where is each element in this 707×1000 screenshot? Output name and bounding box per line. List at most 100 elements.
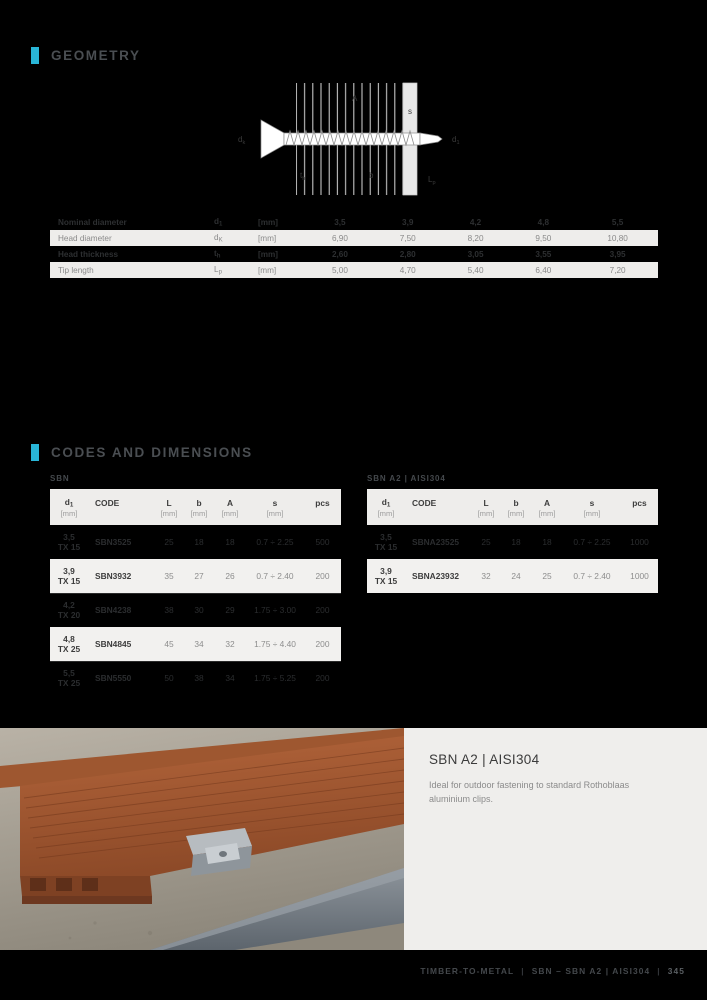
cell-pcs: 200: [304, 660, 341, 695]
page-footer: TIMBER-TO-METAL | SBN – SBN A2 | AISI304…: [0, 950, 707, 1000]
header-pcs: pcs: [621, 489, 658, 509]
header-d1: d1: [50, 489, 88, 509]
row-value: 2,60: [331, 249, 348, 259]
table-row: Head thickness th [mm] 2,60 2,80 3,05 3,55 3,95: [50, 246, 658, 262]
cell-a: 26: [225, 570, 235, 581]
table-row: 3,9 TX 15 SBNA23932 32 24 25 0.7 ÷ 2.40 1000: [367, 559, 658, 593]
screw-geometry-diagram: dk d1 A s th b Lp: [230, 78, 480, 200]
row-value: 7,50: [399, 233, 416, 243]
footer-divider: |: [657, 966, 661, 976]
header-unit: [mm]: [246, 509, 304, 525]
cell-b: 30: [184, 592, 214, 627]
row-value: 6,40: [535, 265, 552, 275]
cell-pcs: 200: [315, 570, 330, 581]
row-value: 10,80: [607, 233, 628, 243]
row-value: 2,80: [399, 249, 416, 259]
row-value: 9,50: [535, 233, 552, 243]
footer-divider: |: [521, 966, 525, 976]
row-value: 3,95: [609, 249, 626, 259]
cell-length: 38: [154, 592, 184, 627]
svg-text:b: b: [369, 171, 374, 180]
cell-code: SBN4238: [88, 592, 154, 627]
row-unit: [mm]: [258, 265, 277, 275]
cell-s: 0.7 ÷ 2.25: [256, 537, 294, 547]
row-value: 3,55: [535, 249, 552, 259]
row-label: Nominal diameter: [58, 217, 127, 227]
info-panel: SBN A2 | AISI304 Ideal for outdoor faste…: [404, 728, 707, 950]
row-value: 8,20: [467, 233, 484, 243]
info-panel-title: SBN A2 | AISI304: [429, 752, 540, 767]
cell-pcs: 1000: [630, 537, 649, 547]
table-row: 4,2 TX 20 SBN4238 38 30 29 1.75 ÷ 3.00 200: [50, 592, 341, 627]
row-value: 4,2: [469, 217, 482, 227]
svg-text:A: A: [352, 94, 358, 103]
table-row: 5,5 TX 25 SBN5550 50 38 34 1.75 ÷ 5.25 200: [50, 660, 341, 695]
sbna2-codes-table: d1 CODE Lb As pcs [mm] [mm] [mm] [mm] [mm] 3,5 TX 1…: [367, 489, 658, 593]
header-b: b: [184, 489, 214, 509]
product-application-photo: [0, 728, 404, 950]
cell-d1: 4,8 TX 25: [57, 633, 81, 654]
header-unit: [304, 509, 341, 525]
header-unit: [mm]: [501, 509, 531, 525]
header-l: L: [471, 489, 501, 509]
cell-a: 29: [214, 592, 246, 627]
header-code: CODE: [88, 489, 154, 509]
geometry-section-title: GEOMETRY: [51, 48, 141, 63]
row-label: Tip length: [58, 265, 94, 275]
cell-s: 1.75 ÷ 4.40: [254, 638, 296, 649]
header-b: b: [501, 489, 531, 509]
cell-a: 18: [542, 537, 552, 547]
cell-d1: 5,5 TX 25: [50, 660, 88, 695]
table-row: Nominal diameter d1 [mm] 3,5 3,9 4,2 4,8 5,5: [50, 214, 658, 230]
info-panel-text: Ideal for outdoor fastening to standard …: [429, 780, 630, 804]
row-value: 4,8: [537, 217, 550, 227]
cell-length: 50: [154, 660, 184, 695]
cell-s: 1.75 ÷ 3.00: [246, 592, 304, 627]
cell-code: SBN3525: [95, 537, 132, 547]
cell-d1: 3,9 TX 15: [57, 565, 81, 586]
cell-d1: 3,5 TX 15: [374, 532, 398, 552]
cell-pcs: 200: [315, 638, 330, 649]
cell-pcs: 1000: [630, 571, 649, 581]
cell-length: 45: [164, 638, 174, 649]
row-value: 7,20: [609, 265, 626, 275]
row-unit: [mm]: [258, 233, 277, 243]
accent-bar-icon: [31, 444, 39, 461]
row-unit: [mm]: [258, 217, 279, 227]
cell-a: 25: [542, 571, 552, 581]
table-row: 3,5 TX 15 SBN3525 25 18 18 0.7 ÷ 2.25 500: [50, 525, 341, 559]
cell-a: 34: [214, 660, 246, 695]
cell-b: 24: [511, 571, 521, 581]
cell-s: 0.7 ÷ 2.25: [573, 537, 611, 547]
sbn-table-caption: SBN: [50, 474, 70, 483]
header-unit: [mm]: [563, 509, 621, 525]
header-d1: d1: [367, 489, 405, 509]
cell-length: 35: [164, 570, 174, 581]
page-number: 345: [667, 966, 685, 976]
row-value: 5,5: [611, 217, 624, 227]
cell-s: 1.75 ÷ 5.25: [246, 660, 304, 695]
table-row: Tip length Lp [mm] 5,00 4,70 5,40 6,40 7,20: [50, 262, 658, 278]
header-unit: [621, 509, 658, 525]
header-unit: [mm]: [50, 509, 88, 525]
table-row: 4,8 TX 25 SBN4845 45 34 32 1.75 ÷ 4.40 200: [50, 627, 341, 661]
header-unit: [mm]: [184, 509, 214, 525]
row-label: Head diameter: [58, 233, 112, 243]
table-row: 3,5 TX 15 SBNA23525 25 18 18 0.7 ÷ 2.25 1000: [367, 525, 658, 559]
row-value: 4,70: [399, 265, 416, 275]
svg-text:d1: d1: [452, 135, 460, 146]
cell-b: 18: [511, 537, 521, 547]
cell-d1: 4,2 TX 20: [50, 592, 88, 627]
cell-b: 34: [194, 638, 204, 649]
accent-bar-icon: [31, 47, 39, 64]
svg-text:dk: dk: [238, 135, 245, 146]
cell-pcs: 500: [315, 537, 330, 547]
row-symbol: dK: [214, 232, 223, 244]
cell-length: 25: [164, 537, 174, 547]
header-code: CODE: [405, 489, 471, 509]
svg-text:Lp: Lp: [428, 175, 436, 186]
geometry-dimensions-table: Nominal diameter d1 [mm] 3,5 3,9 4,2 4,8 5,5 Hea…: [50, 214, 658, 278]
row-value: 5,40: [467, 265, 484, 275]
header-a: A: [214, 489, 246, 509]
cell-code: SBN5550: [88, 660, 154, 695]
